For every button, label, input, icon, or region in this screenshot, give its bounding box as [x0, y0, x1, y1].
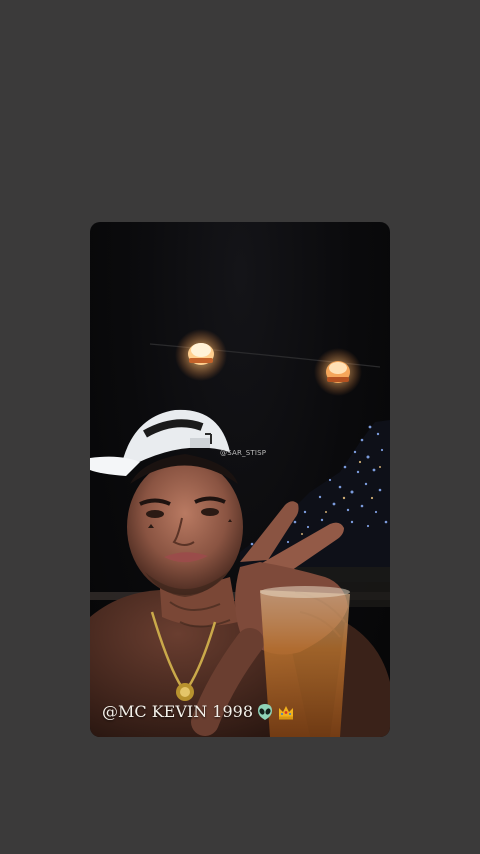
story-photo [90, 329, 390, 737]
watermark-handle: @SAR_STISP [220, 449, 267, 457]
caption-text: @MC KEVIN 1998 [102, 702, 254, 721]
story-caption: @MC KEVIN 1998 [102, 702, 295, 721]
string-light-left [175, 329, 227, 381]
story-viewer-screen: @SAR_STISP @MC KEVIN 1998 [0, 0, 480, 854]
alien-emoji-icon [258, 703, 273, 720]
story-card[interactable]: @SAR_STISP @MC KEVIN 1998 [90, 222, 390, 737]
string-light-right [314, 348, 362, 396]
crown-emoji-icon [279, 705, 294, 719]
